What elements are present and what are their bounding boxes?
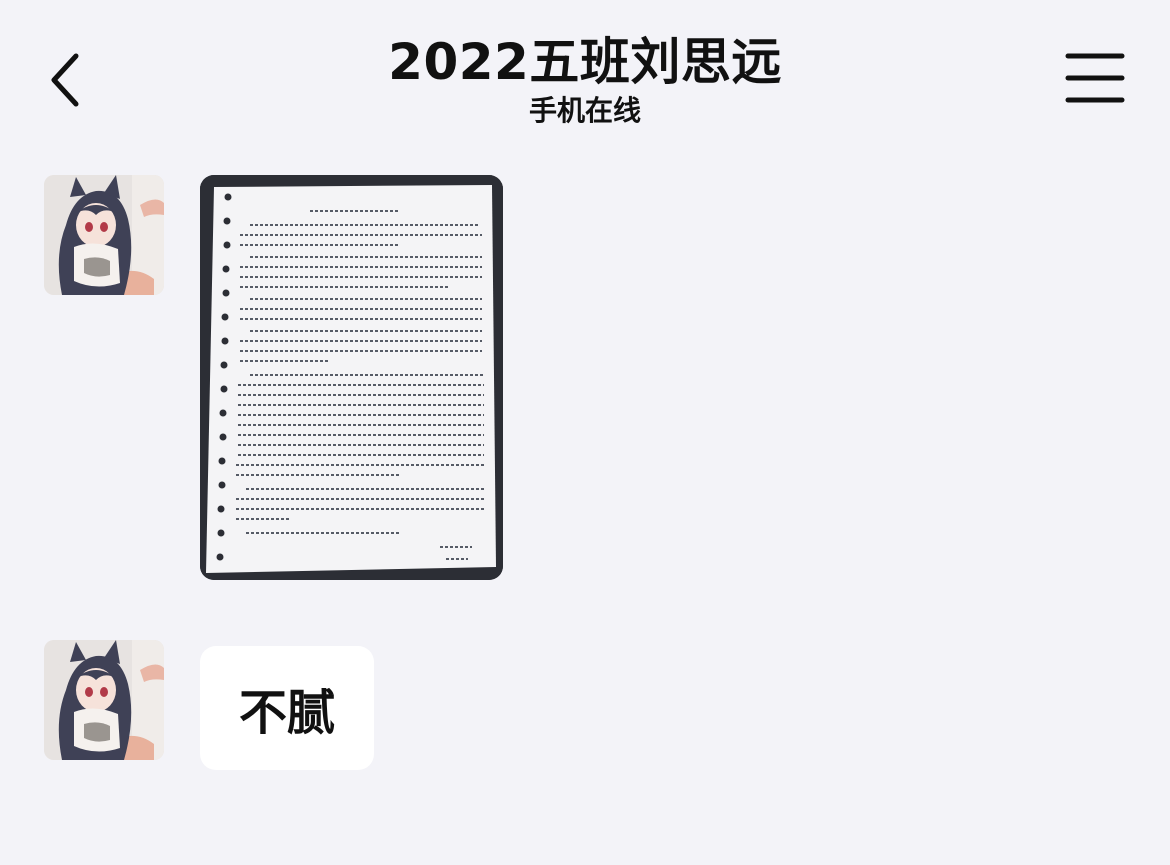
text-message-bubble[interactable]: 不腻 bbox=[200, 646, 374, 770]
image-message[interactable] bbox=[200, 175, 503, 580]
handwritten-essay-photo bbox=[200, 175, 503, 580]
avatar[interactable] bbox=[44, 175, 164, 295]
anime-avatar-image bbox=[44, 175, 164, 295]
message-text: 不腻 bbox=[238, 685, 335, 741]
hamburger-menu-icon bbox=[1065, 53, 1125, 103]
avatar[interactable] bbox=[44, 640, 164, 760]
chat-title: 2022五班刘思远 bbox=[388, 33, 782, 91]
chat-header: 2022五班刘思远 手机在线 bbox=[0, 0, 1170, 140]
anime-avatar-image bbox=[44, 640, 164, 760]
menu-button[interactable] bbox=[1064, 50, 1126, 106]
online-status: 手机在线 bbox=[528, 94, 641, 127]
